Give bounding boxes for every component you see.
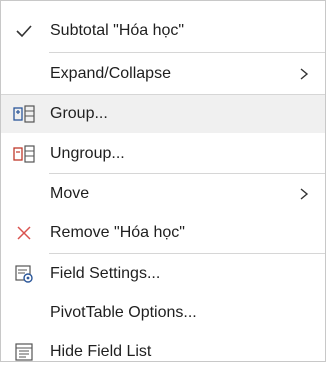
menu-separator: [49, 253, 325, 254]
menu-item-remove[interactable]: Remove "Hóa học": [1, 214, 325, 252]
field-settings-icon: [13, 264, 35, 284]
menu-item-pivottable-options[interactable]: PivotTable Options...: [1, 294, 325, 332]
menu-item-label: Group...: [50, 105, 108, 122]
menu-item-ungroup[interactable]: Ungroup...: [1, 135, 325, 173]
menu-item-expand-collapse[interactable]: Expand/Collapse: [1, 55, 325, 93]
menu-separator: [49, 52, 325, 53]
menu-item-move[interactable]: Move: [1, 175, 325, 213]
checkmark-icon: [13, 21, 35, 41]
remove-icon: [13, 223, 35, 243]
menu-separator: [49, 173, 325, 174]
menu-item-label: Field Settings...: [50, 265, 161, 282]
chevron-right-icon: [297, 67, 311, 81]
ungroup-icon: [13, 144, 35, 164]
menu-item-label: Subtotal "Hóa học": [50, 22, 185, 39]
field-list-icon: [13, 342, 35, 362]
group-icon: [13, 104, 35, 124]
menu-item-label: Expand/Collapse: [50, 65, 171, 82]
menu-item-subtotal[interactable]: Subtotal "Hóa học": [1, 12, 325, 50]
menu-item-hide-field-list[interactable]: Hide Field List: [1, 333, 325, 371]
menu-item-label: Hide Field List: [50, 343, 152, 360]
chevron-right-icon: [297, 187, 311, 201]
menu-item-label: Move: [50, 185, 90, 202]
context-menu: Subtotal "Hóa học" Expand/Collapse Group…: [0, 0, 326, 362]
menu-item-label: Ungroup...: [50, 145, 125, 162]
menu-item-field-settings[interactable]: Field Settings...: [1, 255, 325, 293]
menu-item-group[interactable]: Group...: [1, 95, 325, 133]
menu-item-label: PivotTable Options...: [50, 304, 197, 321]
menu-item-label: Remove "Hóa học": [50, 224, 185, 241]
